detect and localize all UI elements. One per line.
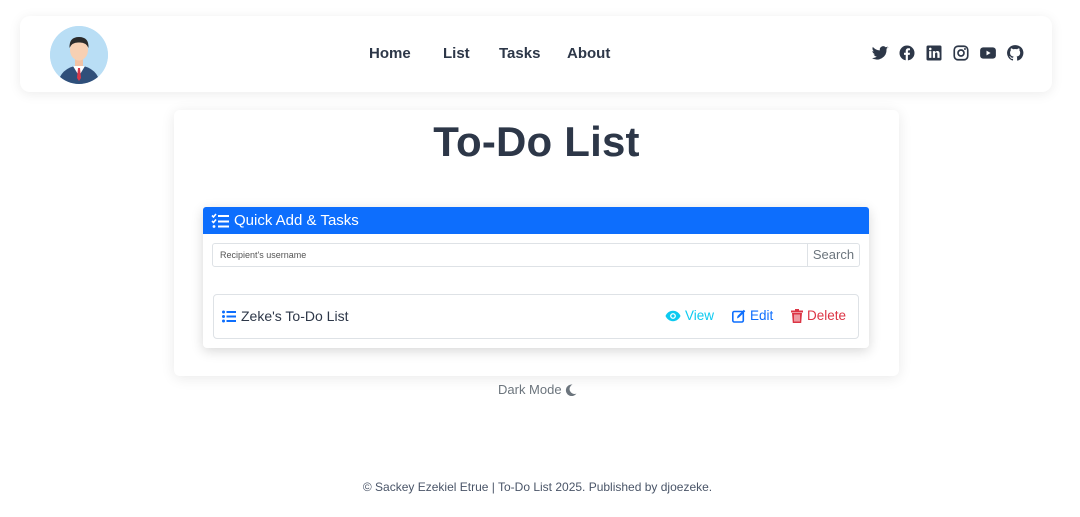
list-icon xyxy=(222,310,236,322)
search-button[interactable]: Search xyxy=(808,243,860,267)
list-item: Zeke's To-Do List View Edit Delete xyxy=(213,294,859,339)
delete-label: Delete xyxy=(807,308,847,323)
github-icon[interactable] xyxy=(1006,44,1024,62)
edit-label: Edit xyxy=(750,308,774,323)
instagram-icon[interactable] xyxy=(952,44,970,62)
navbar: Home List Tasks About xyxy=(20,16,1052,92)
quick-add-card: Quick Add & Tasks Search Zeke's To-Do Li… xyxy=(203,207,869,348)
youtube-icon[interactable] xyxy=(979,44,997,62)
footer: © Sackey Ezekiel Etrue | To-Do List 2025… xyxy=(362,480,713,494)
list-check-icon xyxy=(211,212,229,228)
dark-mode-toggle[interactable]: Dark Mode xyxy=(498,382,577,397)
main-card: To-Do List Quick Add & Tasks Search xyxy=(174,110,899,376)
nav-link-home[interactable]: Home xyxy=(369,45,411,62)
search-input[interactable] xyxy=(212,243,808,267)
facebook-icon[interactable] xyxy=(898,44,916,62)
quick-add-title: Quick Add & Tasks xyxy=(234,212,359,229)
avatar-image xyxy=(50,26,108,84)
social-links xyxy=(871,44,1024,62)
trash-icon xyxy=(791,308,803,323)
dark-mode-label: Dark Mode xyxy=(498,382,562,397)
edit-button[interactable]: Edit xyxy=(732,308,773,323)
avatar[interactable] xyxy=(50,26,108,84)
quick-add-header: Quick Add & Tasks xyxy=(203,207,869,234)
linkedin-icon[interactable] xyxy=(925,44,943,62)
nav-link-tasks[interactable]: Tasks xyxy=(499,45,540,62)
search-group: Search xyxy=(212,243,860,267)
list-item-name: Zeke's To-Do List xyxy=(241,308,349,324)
twitter-icon[interactable] xyxy=(871,44,889,62)
delete-button[interactable]: Delete xyxy=(791,308,846,323)
nav-link-about[interactable]: About xyxy=(567,45,610,62)
view-button[interactable]: View xyxy=(665,308,714,323)
nav-link-list[interactable]: List xyxy=(443,45,470,62)
list-item-title[interactable]: Zeke's To-Do List xyxy=(222,308,348,324)
view-label: View xyxy=(685,308,715,323)
page-title: To-Do List xyxy=(433,118,640,165)
eye-icon xyxy=(665,310,681,321)
edit-icon xyxy=(732,309,746,323)
moon-icon xyxy=(565,383,577,396)
